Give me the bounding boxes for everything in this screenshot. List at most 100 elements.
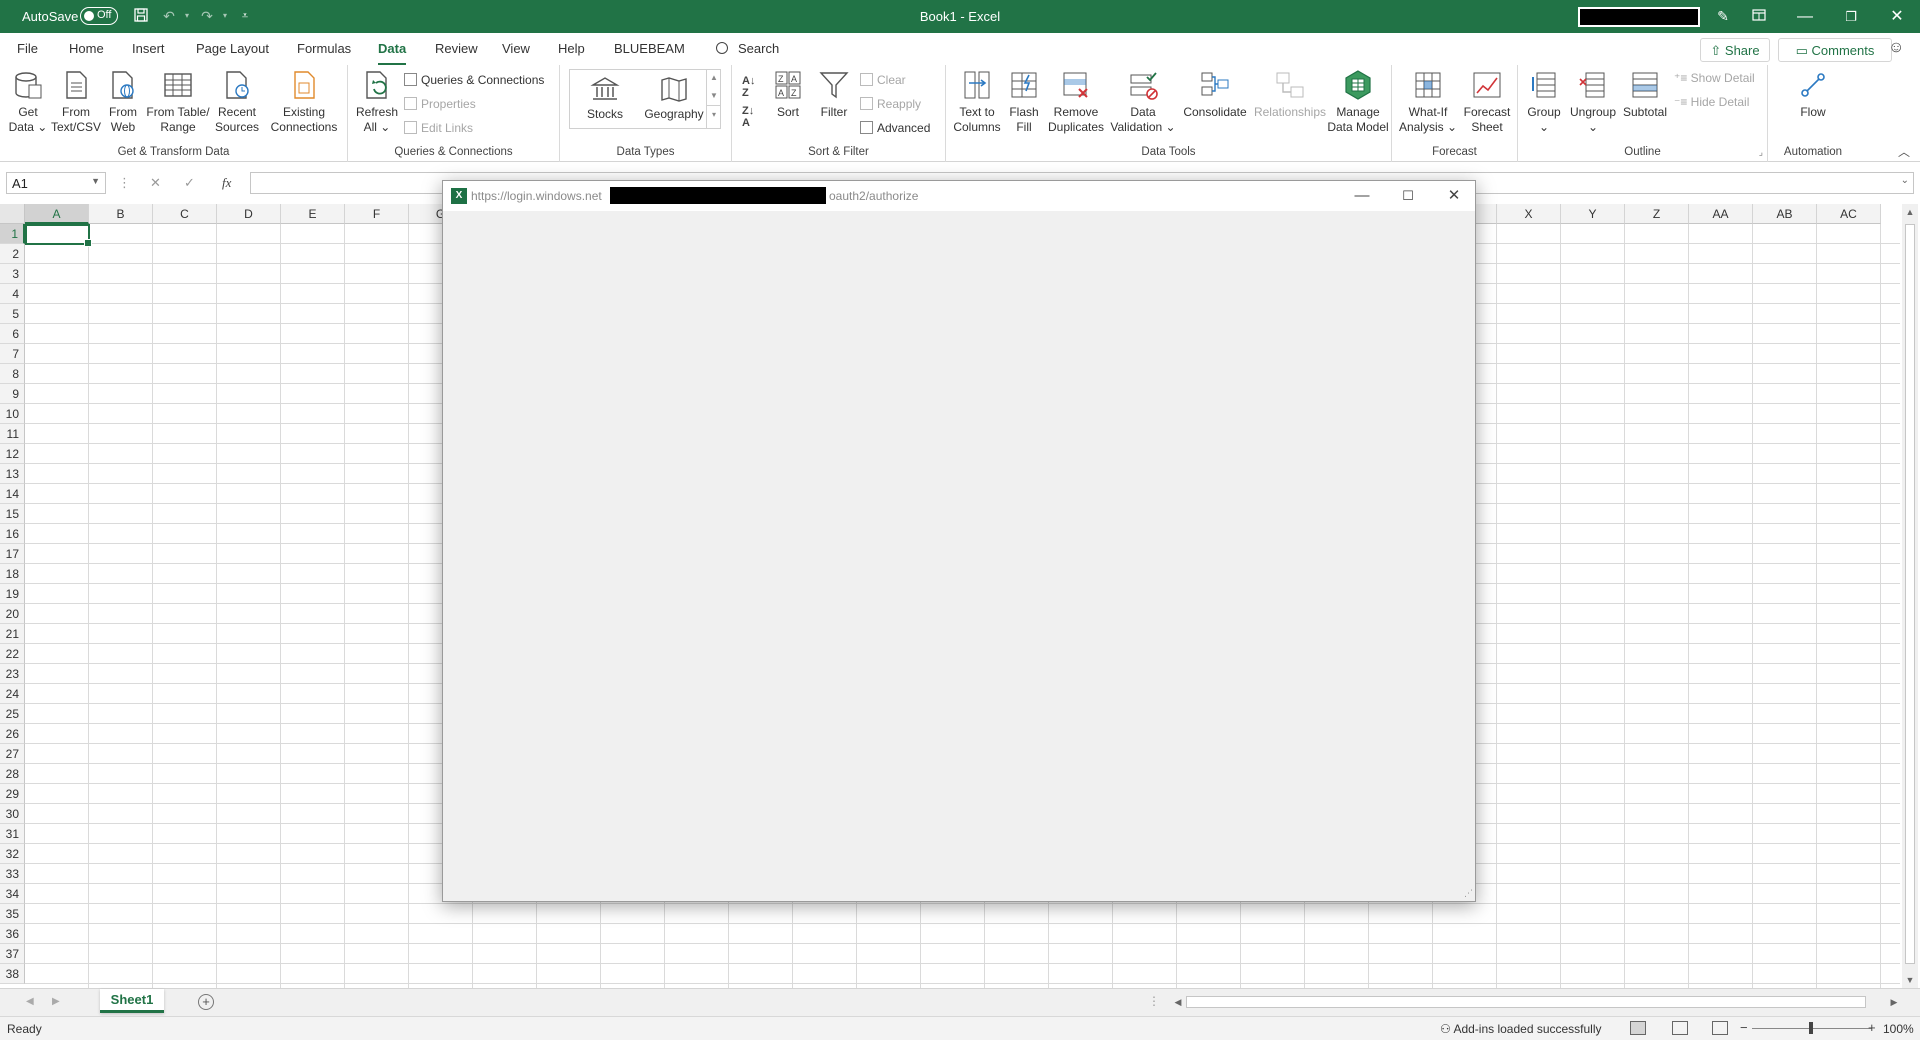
row-header-29[interactable]: 29 <box>0 784 25 804</box>
row-header-16[interactable]: 16 <box>0 524 25 544</box>
tab-insert[interactable]: Insert <box>132 41 165 56</box>
account-name-redacted[interactable] <box>1578 7 1700 27</box>
row-header-34[interactable]: 34 <box>0 884 25 904</box>
zoom-in-icon[interactable]: + <box>1868 1020 1876 1035</box>
undo-icon[interactable]: ↶ <box>160 7 178 25</box>
minimize-icon[interactable]: — <box>1782 0 1828 33</box>
column-header-c[interactable]: C <box>153 204 217 224</box>
chevron-up-icon[interactable]: ▲ <box>707 69 721 87</box>
row-header-19[interactable]: 19 <box>0 584 25 604</box>
tab-help[interactable]: Help <box>558 41 585 56</box>
column-header-a[interactable]: A <box>25 204 89 224</box>
resize-grip-icon[interactable]: ⋰ <box>1464 888 1473 899</box>
forecast-sheet-button[interactable]: Forecast Sheet <box>1460 69 1514 135</box>
vertical-scrollbar[interactable]: ▲ ▼ <box>1902 204 1918 988</box>
horizontal-scroll-thumb[interactable] <box>1186 996 1866 1008</box>
column-header-e[interactable]: E <box>281 204 345 224</box>
row-header-38[interactable]: 38 <box>0 964 25 984</box>
collapse-ribbon-icon[interactable]: ︿ <box>1898 143 1910 160</box>
tab-page-layout[interactable]: Page Layout <box>196 41 269 56</box>
chevron-down-icon[interactable]: ▼ <box>707 87 721 105</box>
row-header-27[interactable]: 27 <box>0 744 25 764</box>
group-button[interactable]: Group ⌄ <box>1522 69 1566 135</box>
more-icon[interactable]: ▾ <box>707 105 721 123</box>
sort-descending-icon[interactable]: Z↓ A <box>742 105 754 129</box>
data-types-scroll[interactable]: ▲ ▼ ▾ <box>706 69 721 129</box>
from-table-range-button[interactable]: From Table/ Range <box>143 69 213 135</box>
row-header-18[interactable]: 18 <box>0 564 25 584</box>
column-header-ab[interactable]: AB <box>1753 204 1817 224</box>
row-header-22[interactable]: 22 <box>0 644 25 664</box>
column-header-z[interactable]: Z <box>1625 204 1689 224</box>
row-header-10[interactable]: 10 <box>0 404 25 424</box>
text-to-columns-button[interactable]: Text to Columns <box>952 69 1002 135</box>
row-header-30[interactable]: 30 <box>0 804 25 824</box>
dialog-maximize-icon[interactable]: ☐ <box>1385 181 1431 211</box>
tab-file[interactable]: File <box>17 41 38 56</box>
dialog-launcher-icon[interactable]: ⌟ <box>1759 147 1763 158</box>
row-header-25[interactable]: 25 <box>0 704 25 724</box>
stocks-button[interactable]: Stocks <box>578 74 632 121</box>
row-header-24[interactable]: 24 <box>0 684 25 704</box>
row-header-17[interactable]: 17 <box>0 544 25 564</box>
dialog-close-icon[interactable]: ✕ <box>1431 181 1477 211</box>
row-header-31[interactable]: 31 <box>0 824 25 844</box>
search-box[interactable]: Search <box>716 41 779 56</box>
tab-home[interactable]: Home <box>69 41 104 56</box>
name-box[interactable]: A1 ▼ <box>6 172 106 194</box>
row-header-28[interactable]: 28 <box>0 764 25 784</box>
column-header-x[interactable]: X <box>1497 204 1561 224</box>
comments-button[interactable]: ▭ Comments <box>1778 38 1892 62</box>
normal-view-icon[interactable] <box>1630 1021 1646 1035</box>
column-header-aa[interactable]: AA <box>1689 204 1753 224</box>
flash-fill-button[interactable]: Flash Fill <box>1006 69 1042 135</box>
row-header-37[interactable]: 37 <box>0 944 25 964</box>
row-header-21[interactable]: 21 <box>0 624 25 644</box>
recent-sources-button[interactable]: Recent Sources <box>212 69 262 135</box>
add-sheet-icon[interactable]: + <box>198 994 214 1010</box>
from-web-button[interactable]: From Web <box>104 69 142 135</box>
row-header-8[interactable]: 8 <box>0 364 25 384</box>
row-header-35[interactable]: 35 <box>0 904 25 924</box>
select-all-corner[interactable] <box>0 204 25 224</box>
advanced-button[interactable]: Advanced <box>860 121 930 135</box>
flow-button[interactable]: Flow <box>1788 69 1838 120</box>
tab-bluebeam[interactable]: BLUEBEAM <box>614 41 685 56</box>
subtotal-button[interactable]: Subtotal <box>1620 69 1670 120</box>
row-header-26[interactable]: 26 <box>0 724 25 744</box>
restore-icon[interactable]: ❐ <box>1828 0 1874 33</box>
queries-connections-button[interactable]: Queries & Connections <box>404 73 544 87</box>
dialog-minimize-icon[interactable]: — <box>1339 181 1385 211</box>
zoom-percentage[interactable]: 100% <box>1883 1022 1914 1036</box>
scroll-left-icon[interactable]: ◀ <box>1170 994 1186 1010</box>
edit-links-button[interactable]: Edit Links <box>404 121 473 135</box>
split-handle-icon[interactable]: ⋮ <box>1148 994 1160 1008</box>
undo-dropdown-icon[interactable]: ▾ <box>178 7 196 25</box>
pen-icon[interactable]: ✎ <box>1714 7 1732 25</box>
row-header-20[interactable]: 20 <box>0 604 25 624</box>
insert-function-icon[interactable]: fx <box>222 175 231 191</box>
row-header-7[interactable]: 7 <box>0 344 25 364</box>
tab-review[interactable]: Review <box>435 41 478 56</box>
row-header-23[interactable]: 23 <box>0 664 25 684</box>
column-header-y[interactable]: Y <box>1561 204 1625 224</box>
dialog-title-bar[interactable]: X https://login.windows.net oauth2/autho… <box>443 181 1475 211</box>
expand-formula-icon[interactable]: ⌄ <box>1901 175 1909 186</box>
sort-button[interactable]: ZAAZ Sort <box>768 69 808 120</box>
column-header-d[interactable]: D <box>217 204 281 224</box>
what-if-analysis-button[interactable]: What-If Analysis ⌄ <box>1396 69 1460 135</box>
get-data-button[interactable]: Get Data ⌄ <box>6 69 50 135</box>
row-header-14[interactable]: 14 <box>0 484 25 504</box>
sheet-tab-sheet1[interactable]: Sheet1 <box>100 989 164 1013</box>
properties-button[interactable]: Properties <box>404 97 476 111</box>
geography-button[interactable]: Geography <box>638 74 710 121</box>
column-header-f[interactable]: F <box>345 204 409 224</box>
refresh-all-button[interactable]: Refresh All ⌄ <box>356 69 398 135</box>
column-header-b[interactable]: B <box>89 204 153 224</box>
vertical-scroll-thumb[interactable] <box>1905 224 1915 964</box>
from-text-csv-button[interactable]: From Text/CSV <box>50 69 102 135</box>
scroll-up-icon[interactable]: ▲ <box>1902 204 1918 220</box>
addins-status[interactable]: ⚇ Add-ins loaded successfully <box>1440 1022 1602 1036</box>
page-break-view-icon[interactable] <box>1712 1021 1728 1035</box>
save-icon[interactable] <box>132 7 150 25</box>
